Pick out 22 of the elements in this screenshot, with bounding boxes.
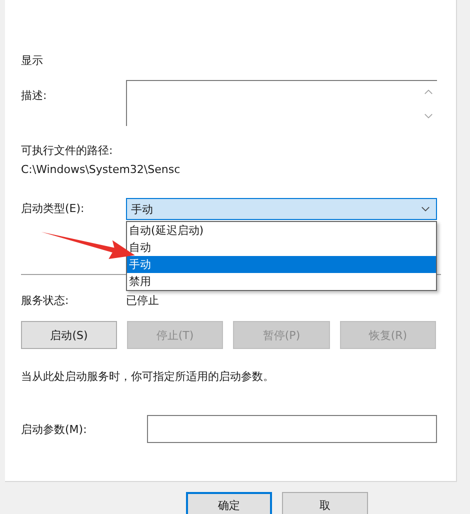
scroll-up-icon[interactable]: [424, 89, 433, 95]
display-name-label: 显示: [21, 52, 43, 68]
dropdown-option[interactable]: 禁用: [127, 273, 436, 290]
dropdown-option[interactable]: 手动: [127, 256, 436, 273]
dialog-button[interactable]: 取: [282, 492, 368, 514]
scroll-down-icon[interactable]: [424, 113, 433, 119]
start-params-hint: 当从此处启动服务时，你可指定所适用的启动参数。: [21, 368, 274, 384]
caret-icon: [421, 206, 430, 212]
dropdown-option[interactable]: 自动: [127, 239, 436, 256]
description-label: 描述:: [21, 88, 48, 103]
startup-type-dropdown[interactable]: 手动: [126, 198, 437, 220]
path-label: 可执行文件的路径:: [21, 143, 113, 158]
service-status-label: 服务状态:: [21, 292, 70, 308]
description-field[interactable]: [126, 80, 437, 126]
startup-type-label: 启动类型(E):: [21, 201, 86, 217]
service-status-value: 已停止: [126, 292, 159, 308]
dropdown-option[interactable]: 自动(延迟启动): [127, 222, 436, 239]
start-params-field[interactable]: [147, 415, 437, 443]
dialog-button[interactable]: 确定: [186, 492, 272, 514]
service-button[interactable]: 启动(S): [21, 321, 117, 349]
executable-path: C:\Windows\System32\Sensc: [21, 162, 180, 176]
start-params-label: 启动参数(M):: [21, 422, 88, 436]
